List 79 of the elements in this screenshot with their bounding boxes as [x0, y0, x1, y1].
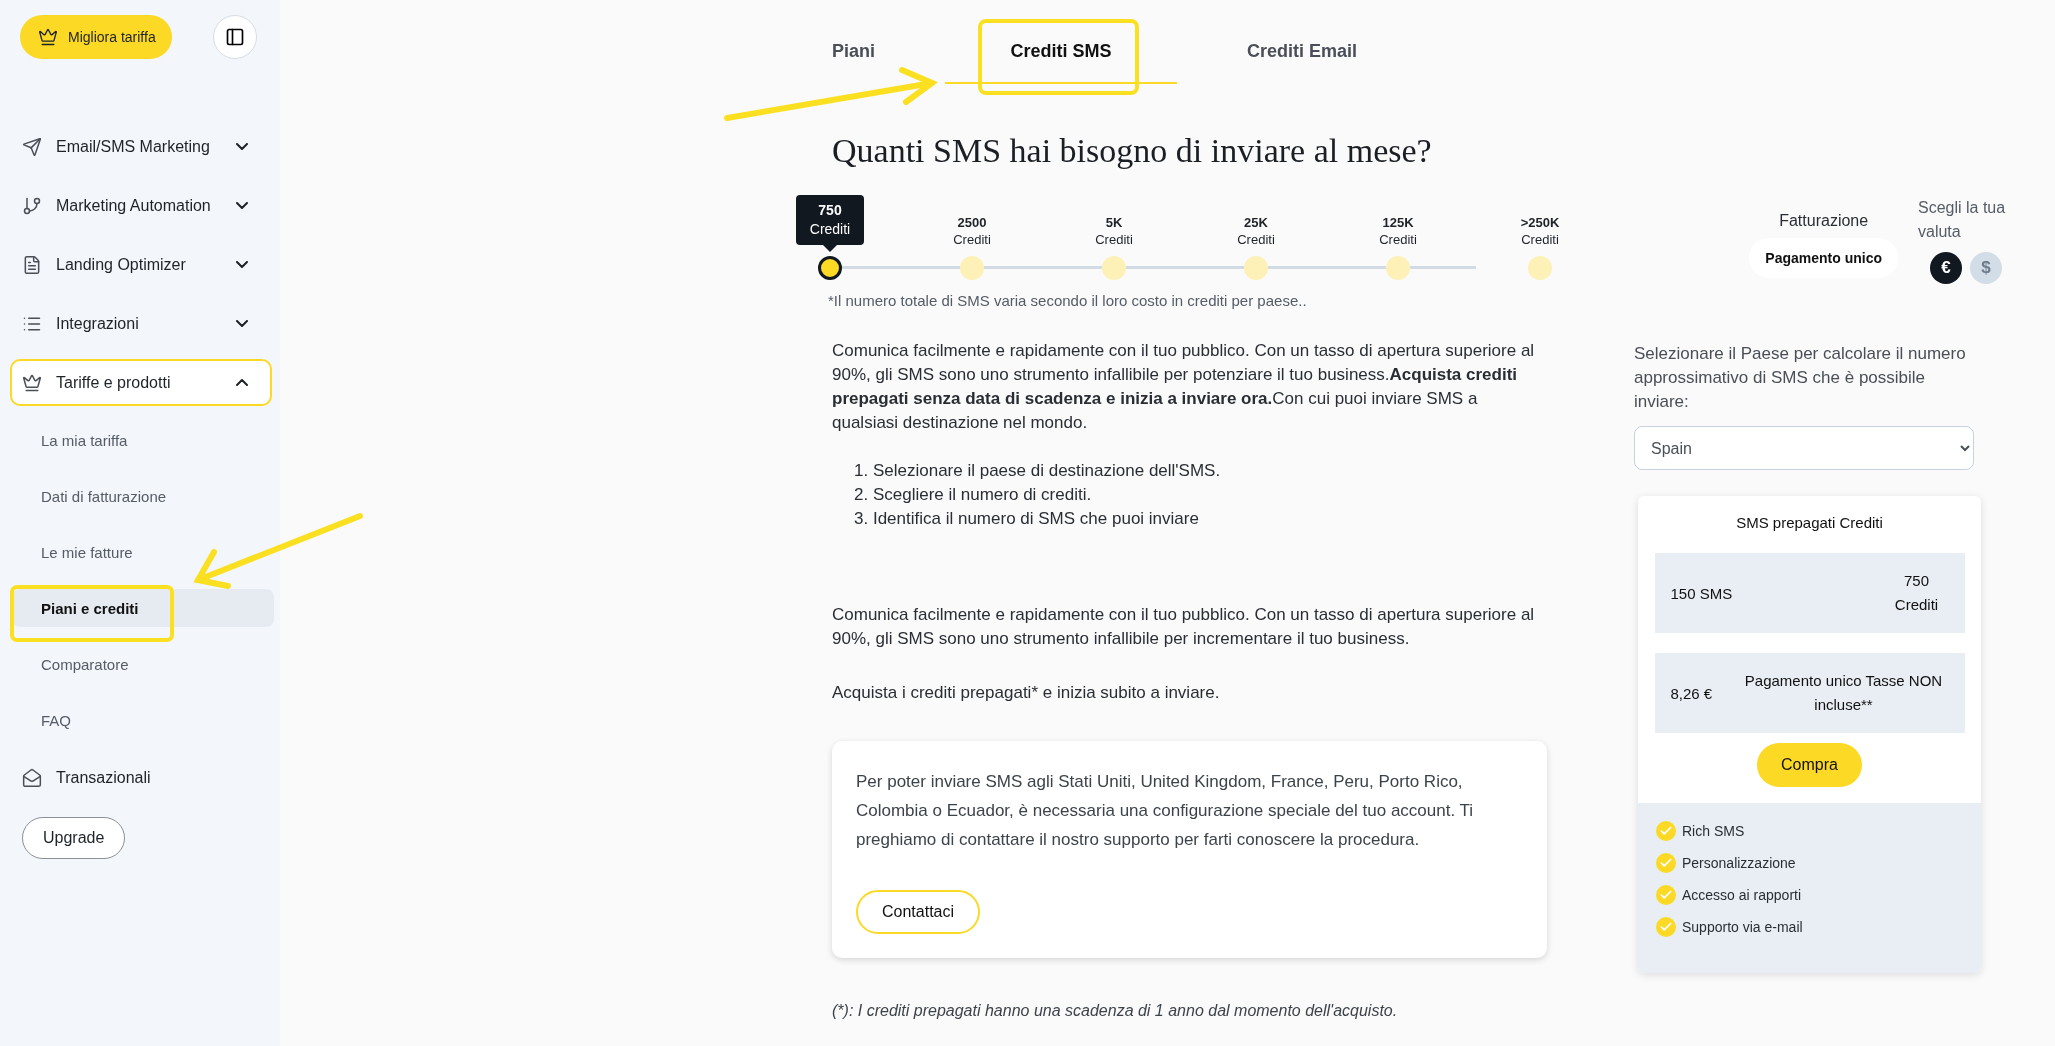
nav-item[interactable]: Transazionali: [10, 754, 272, 801]
nav-icon: [22, 254, 42, 275]
currency-button[interactable]: €: [1930, 252, 1962, 284]
step-value: 25K: [1244, 214, 1268, 231]
row-detail: 750 Crediti: [1893, 571, 1940, 615]
sidebar-subitem[interactable]: La mia tariffa: [12, 421, 274, 459]
row-value: 150 SMS: [1670, 584, 1733, 602]
slider-step[interactable]: [1102, 256, 1126, 280]
slider-note: *Il numero totale di SMS varia secondo il loro costo in crediti per paese..: [828, 292, 1308, 309]
feature-text: Personalizzazione: [1682, 855, 1796, 871]
tab[interactable]: Piani: [832, 28, 945, 84]
step-unit: Crediti: [1237, 231, 1275, 248]
billing-option[interactable]: Pagamento unico: [1749, 238, 1898, 278]
slider-step[interactable]: [1528, 256, 1552, 280]
sidebar-subitem[interactable]: Piani e crediti: [12, 589, 274, 627]
contact-button[interactable]: Contattaci: [856, 890, 981, 934]
feature-text: Accesso ai rapporti: [1682, 887, 1802, 903]
tooltip-unit: Crediti: [809, 220, 851, 239]
card-title: SMS prepagati Crediti: [1736, 514, 1883, 531]
crown-icon: [38, 27, 58, 47]
sidebar-subitem[interactable]: Le mie fatture: [12, 533, 274, 571]
nav-icon: [22, 372, 42, 393]
sidebar-subitem[interactable]: Comparatore: [12, 645, 274, 683]
slider-step[interactable]: [960, 256, 984, 280]
feature-text: Rich SMS: [1682, 823, 1745, 839]
slider-step[interactable]: [1244, 256, 1268, 280]
chevron-down-icon: [236, 320, 248, 327]
step-value: 2500: [957, 214, 987, 231]
check-icon: [1656, 917, 1676, 937]
billing-label: Fatturazione: [1779, 212, 1869, 230]
nav-item[interactable]: Marketing Automation: [10, 182, 272, 229]
tab[interactable]: Crediti Email: [1177, 28, 1427, 84]
chevron-up-icon: [236, 379, 248, 386]
slider-step[interactable]: [818, 256, 842, 280]
currency-label: Scegli la tua valuta: [1918, 198, 2007, 242]
paragraph: Comunica facilmente e rapidamente con il tuo pubblico. Con un tasso di apertura superiore al 90%, gli SMS sono uno strumento infallibile per incrementare il tuo business.: [832, 604, 1536, 650]
check-icon: [1656, 821, 1676, 841]
buy-button[interactable]: Compra: [1757, 743, 1862, 787]
panel-icon: [225, 27, 245, 47]
slider-step[interactable]: [1386, 256, 1410, 280]
nav-icon: [22, 136, 42, 157]
tab[interactable]: Crediti SMS: [945, 28, 1177, 84]
nav-item[interactable]: Email/SMS Marketing: [10, 123, 272, 170]
step-unit: Crediti: [1521, 231, 1559, 248]
step-value: 5K: [1105, 214, 1123, 231]
step-unit: Crediti: [1379, 231, 1417, 248]
check-icon: [1656, 885, 1676, 905]
nav-item[interactable]: Tariffe e prodotti: [10, 359, 272, 406]
sidebar-subitem[interactable]: Dati di fatturazione: [12, 477, 274, 515]
upgrade-plan-button[interactable]: Migliora tariffa: [20, 15, 172, 59]
step-unit: Crediti: [953, 231, 991, 248]
sidebar-subitem[interactable]: FAQ: [12, 701, 274, 739]
feature-text: Supporto via e-mail: [1682, 919, 1803, 935]
step-value: >250K: [1520, 214, 1560, 231]
step-item: 3. Identifica il numero di SMS che puoi inviare: [854, 508, 1200, 530]
nav-icon: [22, 195, 42, 216]
chevron-down-icon: [236, 202, 248, 209]
nav-icon: [22, 767, 42, 788]
row-detail: Pagamento unico Tasse NON incluse**: [1743, 671, 1944, 715]
sidebar-toggle-button[interactable]: [213, 15, 257, 59]
upgrade-button[interactable]: Upgrade: [22, 817, 126, 859]
step-item: 1. Selezionare il paese di destinazione dell'SMS.: [854, 460, 1222, 482]
paragraph: Acquista i crediti prepagati* e inizia subito a inviare.: [832, 682, 1221, 704]
footnote: (*): I crediti prepagati hanno una scadenza di 1 anno dal momento dell'acquisto.: [832, 1002, 1399, 1020]
step-value: 125K: [1382, 214, 1414, 231]
notice-text: Per poter inviare SMS agli Stati Uniti, United Kingdom, France, Peru, Porto Rico, Colombia o Ecuador, è necessaria una configurazione speciale del tuo account. Ti preghiamo di contattare il nostro supporto per farti conoscere la procedura.: [856, 771, 1475, 851]
nav-item[interactable]: Integrazioni: [10, 300, 272, 347]
intro-paragraph: Comunica facilmente e rapidamente con il tuo pubblico. Con un tasso di apertura superiore al 90%, gli SMS sono uno strumento infallibile per potenziare il tuo business.Acquista crediti prepagati senza data di scadenza e inizia a inviare ora.Con cui puoi inviare SMS a qualsiasi destinazione nel mondo.: [832, 340, 1536, 434]
step-unit: Crediti: [1095, 231, 1133, 248]
country-select[interactable]: Spain: [1634, 426, 1974, 470]
chevron-down-icon: [236, 261, 248, 268]
step-item: 2. Scegliere il numero di crediti.: [854, 484, 1093, 506]
chevron-down-icon: [236, 143, 248, 150]
page-heading: Quanti SMS hai bisogno di inviare al mese?: [832, 132, 1433, 170]
check-icon: [1656, 853, 1676, 873]
country-label: Selezionare il Paese per calcolare il numero approssimativo di SMS che è possibile inviare:: [1634, 343, 1967, 413]
row-value: 8,26 €: [1670, 684, 1713, 702]
nav-item[interactable]: Landing Optimizer: [10, 241, 272, 288]
tooltip-value: 750: [818, 201, 842, 220]
